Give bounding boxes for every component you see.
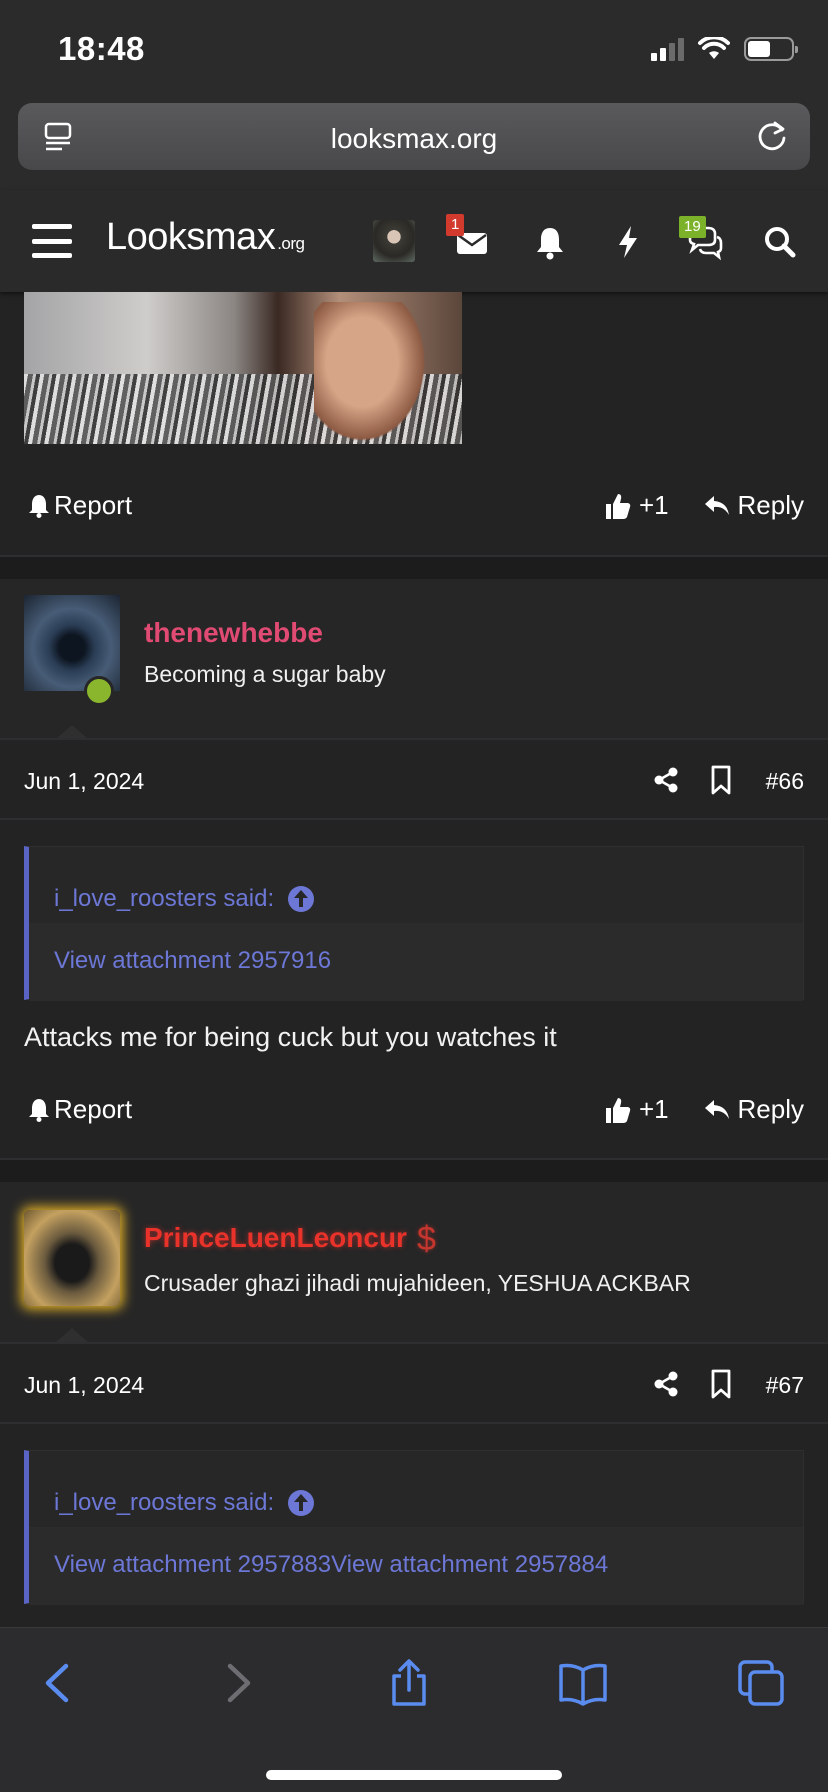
like-button[interactable]: +1 xyxy=(605,490,669,521)
tabs-icon[interactable] xyxy=(736,1658,786,1708)
status-icons xyxy=(651,34,798,64)
reply-button[interactable]: Reply xyxy=(704,1094,804,1125)
post-separator xyxy=(0,1160,828,1182)
user-avatar[interactable] xyxy=(24,1210,120,1306)
quote-block: i_love_roosters said: View attachment 29… xyxy=(24,1450,804,1605)
like-label: +1 xyxy=(639,490,669,520)
share-icon[interactable] xyxy=(384,1658,434,1708)
reply-icon xyxy=(704,495,729,515)
browser-toolbar xyxy=(0,1627,828,1792)
post-author-header: PrinceLuenLeoncur $ Crusader ghazi jihadi… xyxy=(0,1182,828,1342)
quote-block: i_love_roosters said: View attachment 29… xyxy=(24,846,804,1001)
user-title: Becoming a sugar baby xyxy=(144,661,386,687)
reply-icon xyxy=(704,1099,729,1119)
post-actions: Report +1 Reply xyxy=(0,1094,828,1134)
quote-author: i_love_roosters said: xyxy=(54,884,275,912)
like-button[interactable]: +1 xyxy=(605,1094,669,1125)
status-time: 18:48 xyxy=(58,30,145,67)
address-bar[interactable]: looksmax.org xyxy=(18,103,810,170)
bell-icon[interactable] xyxy=(530,222,570,262)
reload-icon[interactable] xyxy=(754,118,790,154)
menu-icon[interactable] xyxy=(32,224,72,258)
jump-to-quote-icon[interactable] xyxy=(288,1489,315,1516)
inbox-badge: 1 xyxy=(446,214,465,236)
share-icon[interactable] xyxy=(652,1370,680,1398)
url-text: looksmax.org xyxy=(330,123,498,154)
home-indicator[interactable] xyxy=(266,1770,562,1780)
report-button[interactable]: Report xyxy=(28,490,132,521)
quote-attachment-link[interactable]: View attachment 2957883View attachment 2… xyxy=(29,1527,803,1605)
like-label: +1 xyxy=(639,1094,669,1124)
reply-label: Reply xyxy=(737,1094,804,1124)
post-meta: Jun 1, 2024 #66 xyxy=(0,762,828,802)
post-actions: Report +1 Reply xyxy=(0,490,828,530)
bookmark-icon[interactable] xyxy=(708,765,734,795)
cellular-signal-icon xyxy=(651,37,684,61)
post-author-header: thenewhebbe Becoming a sugar baby xyxy=(0,579,828,739)
forward-icon[interactable] xyxy=(212,1658,262,1708)
username[interactable]: PrinceLuenLeoncur $ xyxy=(144,1220,436,1259)
site-logo[interactable]: Looksmax .org xyxy=(106,216,305,259)
jump-to-quote-icon[interactable] xyxy=(288,885,315,912)
bell-icon xyxy=(29,1098,49,1122)
thumbs-up-icon xyxy=(606,493,631,519)
premium-dollar-icon: $ xyxy=(416,1220,436,1258)
bell-icon xyxy=(29,494,49,518)
site-nav: Looksmax .org 1 19 xyxy=(0,190,828,292)
post-number[interactable]: #66 xyxy=(766,768,804,795)
online-status-indicator xyxy=(84,676,114,706)
report-label: Report xyxy=(54,1094,133,1124)
username[interactable]: thenewhebbe xyxy=(144,617,323,649)
status-bar: 18:48 xyxy=(0,0,828,100)
logo-suffix: .org xyxy=(277,234,305,253)
quote-header[interactable]: i_love_roosters said: xyxy=(29,1451,803,1527)
account-avatar[interactable] xyxy=(373,220,415,262)
post-body-text: Attacks me for being cuck but you watche… xyxy=(24,1022,557,1052)
bookmark-icon[interactable] xyxy=(708,1369,734,1399)
share-icon[interactable] xyxy=(652,766,680,794)
lightning-icon[interactable] xyxy=(608,222,648,262)
post-image-attachment[interactable] xyxy=(24,292,462,444)
post-meta: Jun 1, 2024 #67 xyxy=(0,1366,828,1406)
post-date[interactable]: Jun 1, 2024 xyxy=(24,1372,144,1399)
quote-header[interactable]: i_love_roosters said: xyxy=(29,847,803,923)
search-icon[interactable] xyxy=(760,222,800,262)
quote-attachment-link[interactable]: View attachment 2957916 xyxy=(29,923,803,1001)
reply-button[interactable]: Reply xyxy=(704,490,804,521)
post-separator xyxy=(0,557,828,579)
wifi-icon xyxy=(698,37,730,59)
bookmarks-icon[interactable] xyxy=(558,1658,608,1708)
post-date[interactable]: Jun 1, 2024 xyxy=(24,768,144,795)
battery-icon xyxy=(744,37,798,61)
user-title: Crusader ghazi jihadi mujahideen, YESHUA… xyxy=(144,1270,691,1296)
browser-url-area: looksmax.org xyxy=(0,100,828,190)
logo-text: Looksmax xyxy=(106,216,276,258)
report-button[interactable]: Report xyxy=(28,1094,132,1125)
reply-label: Reply xyxy=(737,490,804,520)
post-number[interactable]: #67 xyxy=(766,1372,804,1399)
report-label: Report xyxy=(54,490,133,520)
thumbs-up-icon xyxy=(606,1097,631,1123)
back-icon[interactable] xyxy=(34,1658,84,1708)
conversations-badge: 19 xyxy=(679,216,706,238)
quote-author: i_love_roosters said: xyxy=(54,1488,275,1516)
username-text: PrinceLuenLeoncur xyxy=(144,1221,407,1253)
